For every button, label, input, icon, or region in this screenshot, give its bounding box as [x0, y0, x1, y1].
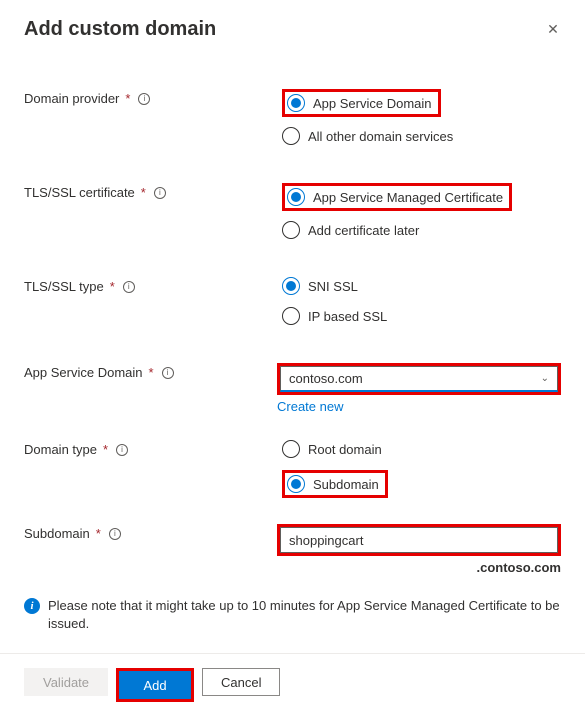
dropdown-value: contoso.com [289, 371, 363, 386]
radio-subdomain[interactable] [287, 475, 305, 493]
radio-label: Root domain [308, 442, 382, 457]
subdomain-label: Subdomain [24, 526, 90, 541]
radio-ip-ssl[interactable] [282, 307, 300, 325]
create-new-link[interactable]: Create new [277, 399, 343, 414]
info-icon[interactable]: i [116, 444, 128, 456]
highlight-box: App Service Domain [282, 89, 441, 117]
radio-label: Subdomain [313, 477, 379, 492]
highlight-box: shoppingcart [277, 524, 561, 556]
required-mark: * [141, 185, 146, 200]
radio-add-cert-later[interactable] [282, 221, 300, 239]
domain-type-label: Domain type [24, 442, 97, 457]
input-value: shoppingcart [289, 533, 363, 548]
radio-label: SNI SSL [308, 279, 358, 294]
radio-other-domain-services[interactable] [282, 127, 300, 145]
required-mark: * [103, 442, 108, 457]
radio-label: All other domain services [308, 129, 453, 144]
tls-cert-label: TLS/SSL certificate [24, 185, 135, 200]
required-mark: * [110, 279, 115, 294]
app-service-domain-dropdown[interactable]: contoso.com ⌄ [280, 366, 558, 392]
subdomain-input[interactable]: shoppingcart [280, 527, 558, 553]
info-icon[interactable]: i [109, 528, 121, 540]
info-icon[interactable]: i [162, 367, 174, 379]
required-mark: * [149, 365, 154, 380]
radio-label: App Service Domain [313, 96, 432, 111]
info-icon: i [24, 598, 40, 614]
cancel-button[interactable]: Cancel [202, 668, 280, 696]
info-icon[interactable]: i [138, 93, 150, 105]
domain-provider-label: Domain provider [24, 91, 119, 106]
highlight-box: App Service Managed Certificate [282, 183, 512, 211]
highlight-box: Subdomain [282, 470, 388, 498]
radio-app-service-domain[interactable] [287, 94, 305, 112]
chevron-down-icon: ⌄ [541, 373, 549, 384]
validate-button[interactable]: Validate [24, 668, 108, 696]
highlight-box: contoso.com ⌄ [277, 363, 561, 395]
info-icon[interactable]: i [154, 187, 166, 199]
radio-sni-ssl[interactable] [282, 277, 300, 295]
radio-managed-cert[interactable] [287, 188, 305, 206]
subdomain-suffix: .contoso.com [277, 560, 561, 575]
close-icon[interactable]: ✕ [545, 22, 561, 38]
radio-label: App Service Managed Certificate [313, 190, 503, 205]
radio-label: IP based SSL [308, 309, 387, 324]
required-mark: * [96, 526, 101, 541]
required-mark: * [125, 91, 130, 106]
add-button[interactable]: Add [119, 671, 191, 699]
panel-title: Add custom domain [24, 18, 216, 41]
app-service-domain-label: App Service Domain [24, 365, 143, 380]
highlight-box: Add [116, 668, 194, 702]
radio-root-domain[interactable] [282, 440, 300, 458]
info-icon[interactable]: i [123, 281, 135, 293]
radio-label: Add certificate later [308, 223, 419, 238]
tls-type-label: TLS/SSL type [24, 279, 104, 294]
note-text: Please note that it might take up to 10 … [48, 597, 561, 633]
